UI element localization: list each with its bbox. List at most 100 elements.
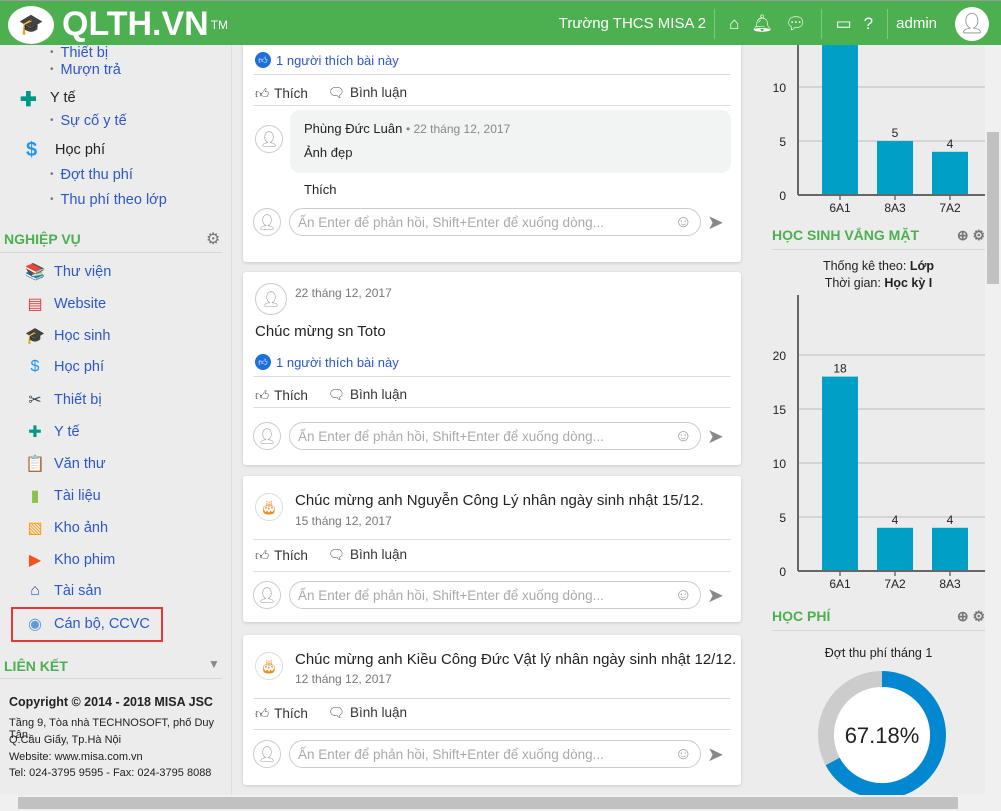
username[interactable]: admin bbox=[896, 15, 937, 32]
emoji-icon[interactable]: ☺ bbox=[675, 585, 692, 605]
send-icon[interactable]: ➤ bbox=[707, 742, 731, 767]
like-button[interactable]: 👍︎ Thích bbox=[255, 387, 308, 404]
divider bbox=[253, 376, 731, 377]
x-tick-label: 7A2 bbox=[884, 577, 906, 591]
sidebar-item[interactable]: ▧ Kho ảnh bbox=[24, 518, 108, 538]
percent-label: 67.18% bbox=[845, 723, 920, 748]
comment-button[interactable]: 🗨︎ Bình luận bbox=[328, 705, 407, 722]
bar-6A1 bbox=[822, 376, 858, 571]
section-nghiep-vu: NGHIỆP VỤ bbox=[4, 231, 81, 247]
school-name[interactable]: Trường THCS MISA 2 bbox=[559, 15, 706, 32]
emoji-icon[interactable]: ☺ bbox=[675, 426, 692, 446]
sidebar-item[interactable]: ▮ Tài liệu bbox=[24, 486, 101, 506]
user-avatar[interactable]: 👤︎ bbox=[955, 6, 989, 41]
thumbs-up-outline-icon: 👍︎ bbox=[255, 706, 270, 721]
sidebar-subitem-thu-phi-theo-lop[interactable]: Thu phí theo lớp bbox=[50, 192, 167, 208]
like-button[interactable]: 👍︎ Thích bbox=[255, 547, 308, 564]
sidebar-item[interactable]: ✂ Thiết bị bbox=[24, 390, 102, 410]
reply-input[interactable]: Ấn Enter để phản hồi, Shift+Enter để xuố… bbox=[289, 581, 701, 609]
home-icon[interactable]: ⌂ bbox=[729, 14, 739, 34]
send-icon[interactable]: ➤ bbox=[707, 210, 731, 235]
reply-input[interactable]: Ấn Enter để phản hồi, Shift+Enter để xuố… bbox=[289, 208, 701, 236]
sidebar-group-hoc-phi[interactable]: Học phí bbox=[55, 142, 105, 158]
likes-count[interactable]: 👍︎ 1 người thích bài này bbox=[255, 52, 399, 68]
post-date: 12 tháng 12, 2017 bbox=[295, 672, 392, 686]
bar-8A3 bbox=[932, 527, 968, 571]
birthday-cake-icon: 🎂︎ bbox=[255, 652, 283, 680]
avatar: 👤︎ bbox=[253, 208, 281, 236]
nav-icon: ✚ bbox=[28, 424, 42, 441]
sidebar-item[interactable]: 📋 Văn thư bbox=[24, 454, 106, 474]
highlight-box bbox=[11, 607, 163, 642]
sidebar-item[interactable]: $ Học phí bbox=[24, 358, 104, 376]
sidebar-item[interactable]: ▶ Kho phim bbox=[24, 550, 115, 570]
sidebar-subitem-dot-thu-phi[interactable]: Đợt thu phí bbox=[50, 167, 133, 183]
absent-section-title: HỌC SINH VẮNG MẶT ⊕ ⚙ bbox=[772, 227, 985, 250]
comment-like-link[interactable]: Thích bbox=[304, 182, 337, 197]
comment-button[interactable]: 🗨︎ Bình luận bbox=[328, 85, 407, 102]
send-icon[interactable]: ➤ bbox=[707, 424, 731, 449]
graduation-cap-icon: 🎓 bbox=[8, 5, 54, 44]
comment-label: Bình luận bbox=[350, 85, 408, 100]
vertical-scroll-thumb[interactable] bbox=[987, 132, 999, 284]
divider bbox=[820, 8, 822, 39]
post-card: 👍︎ 1 người thích bài này 👍︎ Thích 🗨︎ Bình lu… bbox=[243, 45, 741, 262]
comment-button[interactable]: 🗨︎ Bình luận bbox=[328, 547, 407, 564]
post-title: Chúc mừng anh Nguyễn Công Lý nhân ngày s… bbox=[295, 492, 704, 509]
divider bbox=[0, 678, 222, 679]
sidebar-item-label: Tài liệu bbox=[54, 488, 101, 504]
sidebar-item[interactable]: ⌂ Tài sản bbox=[24, 582, 101, 600]
dollar-icon: $ bbox=[26, 139, 38, 161]
sidebar-item[interactable]: ✚ Y tế bbox=[24, 422, 79, 442]
horizontal-scroll-thumb[interactable] bbox=[18, 797, 958, 809]
reply-input[interactable]: Ấn Enter để phản hồi, Shift+Enter để xuố… bbox=[289, 422, 701, 450]
avatar: 👤︎ bbox=[253, 581, 281, 609]
comment-author[interactable]: Phùng Đức Luân bbox=[304, 121, 402, 136]
chat-bubbles-icon[interactable]: 💬︎ bbox=[785, 14, 807, 34]
logo[interactable]: 🎓 QLTH.VN TM bbox=[8, 5, 228, 44]
send-icon[interactable]: ➤ bbox=[707, 583, 731, 608]
zoom-in-icon[interactable]: ⊕ ⚙ bbox=[957, 608, 985, 625]
sidebar-item[interactable]: ▤ Website bbox=[24, 294, 106, 314]
nav-icon: ⌂ bbox=[30, 582, 40, 599]
reply-placeholder: Ấn Enter để phản hồi, Shift+Enter để xuố… bbox=[298, 214, 604, 230]
sidebar-item-label: Thư viện bbox=[54, 264, 112, 280]
logo-tm: TM bbox=[210, 17, 229, 32]
divider bbox=[714, 8, 716, 39]
bell-icon[interactable]: 🔔︎ bbox=[751, 14, 773, 34]
top-header: 🎓 QLTH.VN TM Trường THCS MISA 2 ⌂ 🔔︎ 💬︎ ▭… bbox=[0, 0, 1001, 45]
message-icon[interactable]: ▭ bbox=[836, 14, 852, 34]
chevron-down-icon[interactable]: ▼ bbox=[208, 657, 220, 671]
sidebar-subitem-muon-tra[interactable]: Mượn trả bbox=[50, 62, 121, 78]
like-button[interactable]: 👍︎ Thích bbox=[255, 705, 308, 722]
comment-button[interactable]: 🗨︎ Bình luận bbox=[328, 387, 407, 404]
zoom-in-icon[interactable]: ⊕ ⚙ bbox=[957, 227, 985, 244]
absent-title: HỌC SINH VẮNG MẶT bbox=[772, 227, 919, 243]
poster-avatar[interactable]: 👤︎ bbox=[255, 283, 287, 315]
emoji-icon[interactable]: ☺ bbox=[675, 212, 692, 232]
sidebar-item[interactable]: 🎓 Học sinh bbox=[24, 326, 110, 346]
reply-input[interactable]: Ấn Enter để phản hồi, Shift+Enter để xuố… bbox=[289, 740, 701, 768]
thumbs-up-outline-icon: 👍︎ bbox=[255, 388, 270, 403]
emoji-icon[interactable]: ☺ bbox=[675, 744, 692, 764]
address-line-2: Q.Cầu Giấy, Tp.Hà Nội bbox=[9, 734, 122, 746]
sidebar-item-label: Học sinh bbox=[54, 328, 111, 344]
y-tick-label: 10 bbox=[773, 457, 787, 471]
sidebar-subitem-thiet-bi[interactable]: Thiết bị bbox=[50, 45, 109, 61]
like-button[interactable]: 👍︎ Thích bbox=[255, 85, 308, 102]
sidebar-subitem-su-co-y-te[interactable]: Sự cố y tế bbox=[50, 113, 127, 129]
commenter-avatar[interactable]: 👤︎ bbox=[255, 125, 283, 153]
sidebar-item[interactable]: 📚 Thư viện bbox=[24, 262, 111, 282]
sidebar-item-label: Thiết bị bbox=[54, 392, 102, 408]
data-label: 5 bbox=[892, 126, 899, 140]
reply-placeholder: Ấn Enter để phản hồi, Shift+Enter để xuố… bbox=[298, 746, 604, 762]
gear-icon[interactable]: ⚙ bbox=[206, 229, 220, 249]
likes-count[interactable]: 👍︎ 1 người thích bài này bbox=[255, 354, 399, 370]
stat-by-value: Lớp bbox=[909, 259, 935, 273]
like-label: Thích bbox=[274, 706, 308, 721]
divider bbox=[253, 539, 731, 540]
help-icon[interactable]: ? bbox=[864, 14, 873, 34]
data-label: 4 bbox=[892, 513, 899, 527]
sidebar-group-y-te[interactable]: Y tế bbox=[50, 90, 76, 106]
thumbs-up-outline-icon: 👍︎ bbox=[255, 86, 270, 101]
